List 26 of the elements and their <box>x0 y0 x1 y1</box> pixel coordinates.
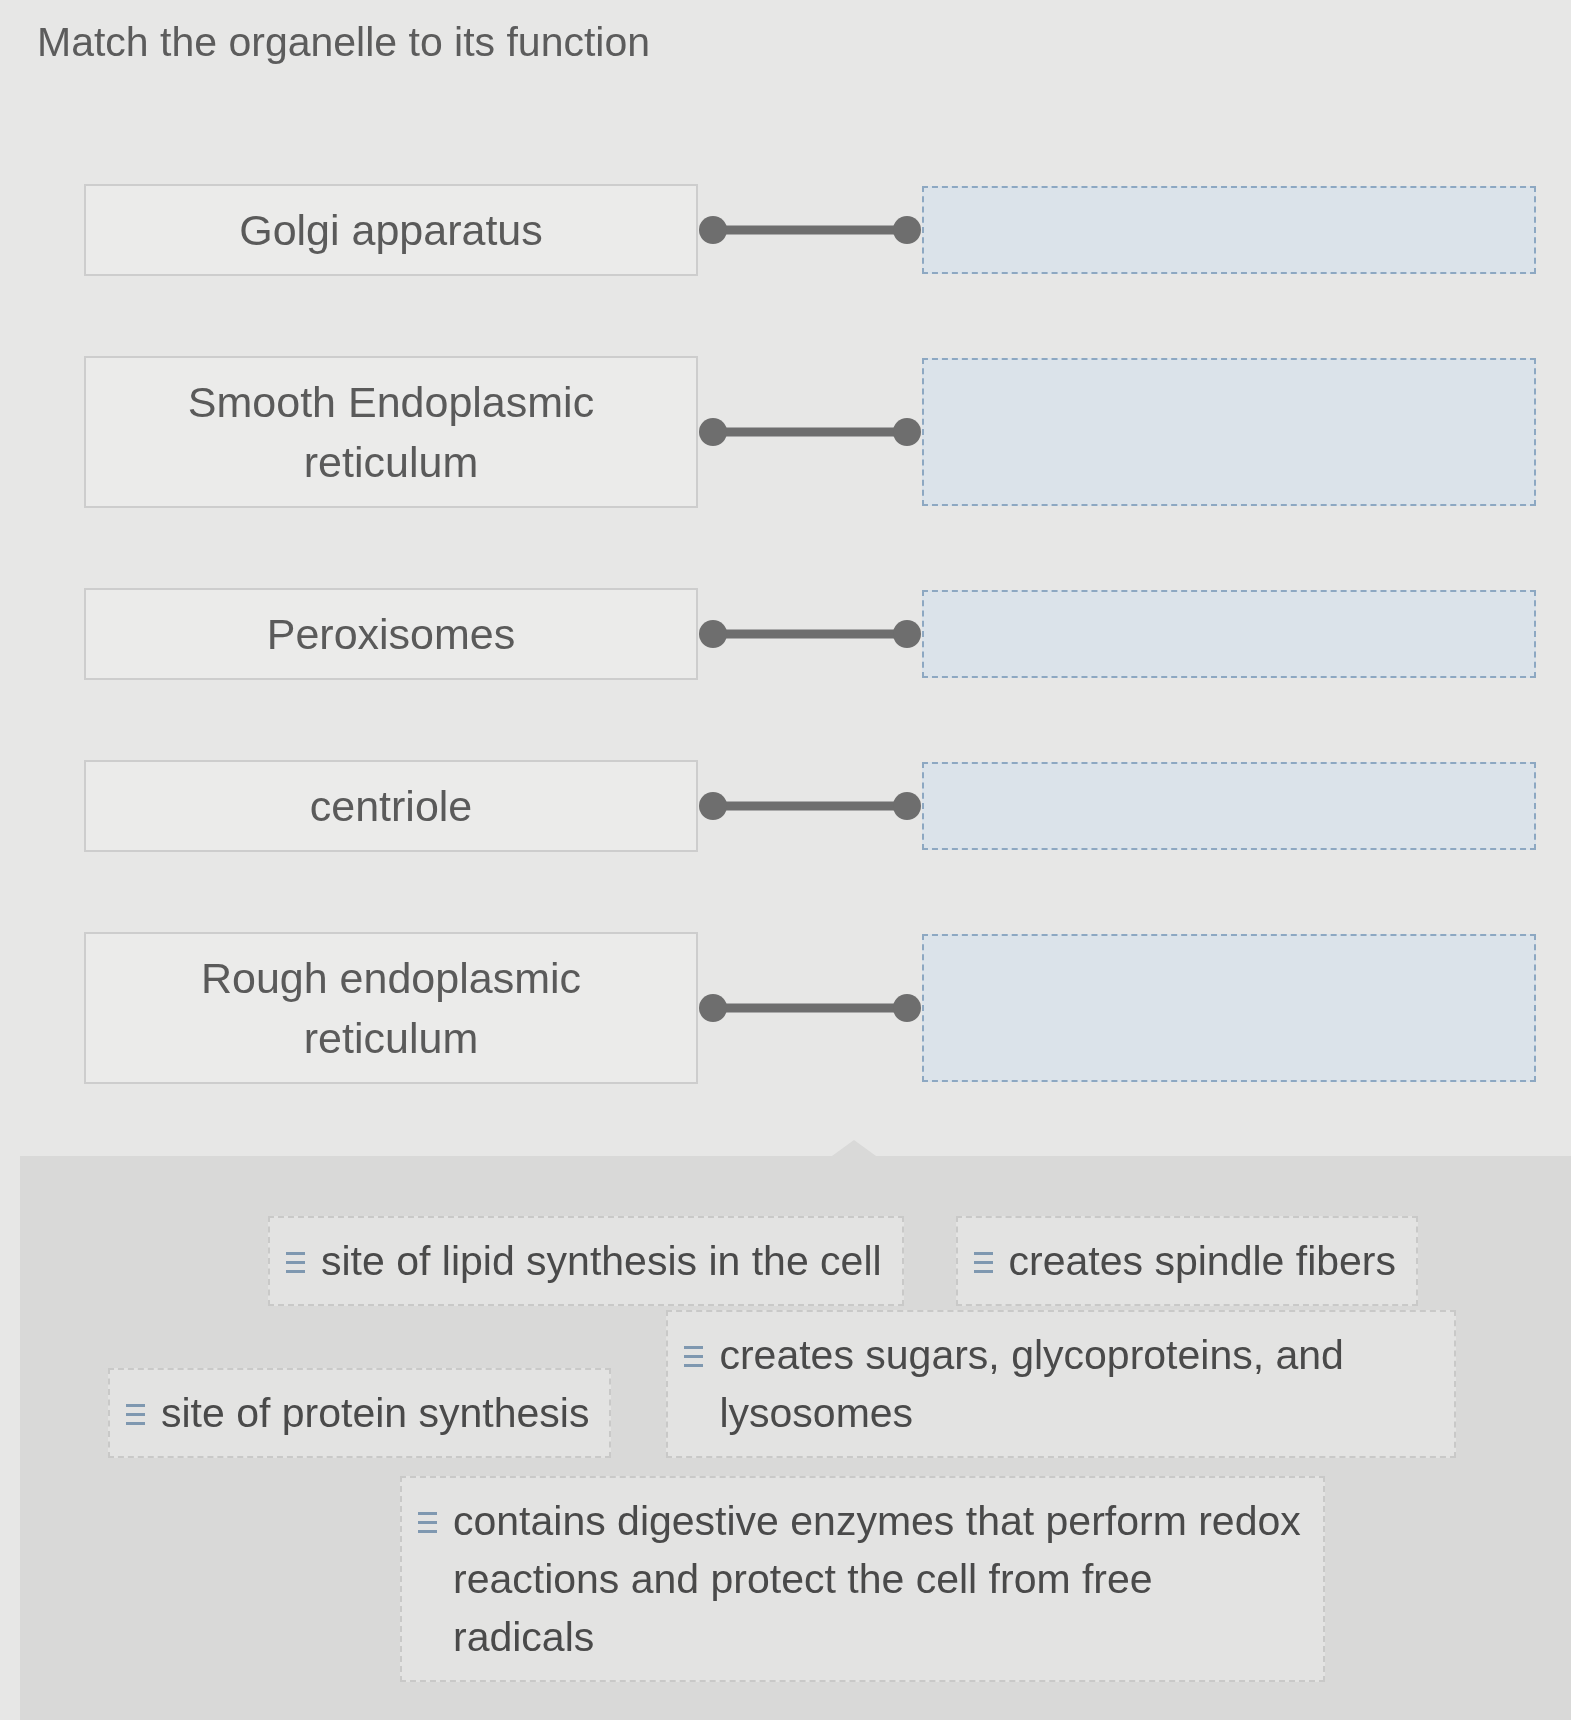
organelle-label: Golgi apparatus <box>84 184 698 276</box>
drop-target[interactable] <box>922 934 1536 1082</box>
question-title: Match the organelle to its function <box>37 18 651 66</box>
organelle-label: Peroxisomes <box>84 588 698 680</box>
drag-handle-icon <box>973 1252 993 1273</box>
organelle-label: Smooth Endoplasmic reticulum <box>84 356 698 508</box>
connector-icon <box>698 993 922 1023</box>
drop-target[interactable] <box>922 590 1536 678</box>
draggable-answer[interactable]: site of lipid synthesis in the cell <box>268 1216 904 1306</box>
draggable-answer[interactable]: creates spindle fibers <box>955 1216 1419 1306</box>
drag-handle-icon <box>286 1252 305 1273</box>
connector-icon <box>698 791 922 821</box>
drag-handle-icon <box>684 1346 704 1367</box>
draggable-answer[interactable]: contains digestive enzymes that perform redox reactions and protect the cell from free radicals <box>400 1476 1325 1682</box>
drag-handle-icon <box>418 1512 437 1533</box>
organelle-label: Rough endoplasmic reticulum <box>84 932 698 1084</box>
drop-target[interactable] <box>922 762 1536 850</box>
connector-icon <box>698 215 922 245</box>
drop-target[interactable] <box>922 186 1536 274</box>
drag-handle-icon <box>126 1404 145 1425</box>
draggable-answer[interactable]: site of protein synthesis <box>108 1368 612 1458</box>
connector-icon <box>698 417 922 447</box>
connector-icon <box>698 619 922 649</box>
organelle-label: centriole <box>84 760 698 852</box>
drop-target[interactable] <box>922 358 1536 506</box>
draggable-answer[interactable]: creates sugars, glycoproteins, and lysosomes <box>666 1310 1457 1458</box>
